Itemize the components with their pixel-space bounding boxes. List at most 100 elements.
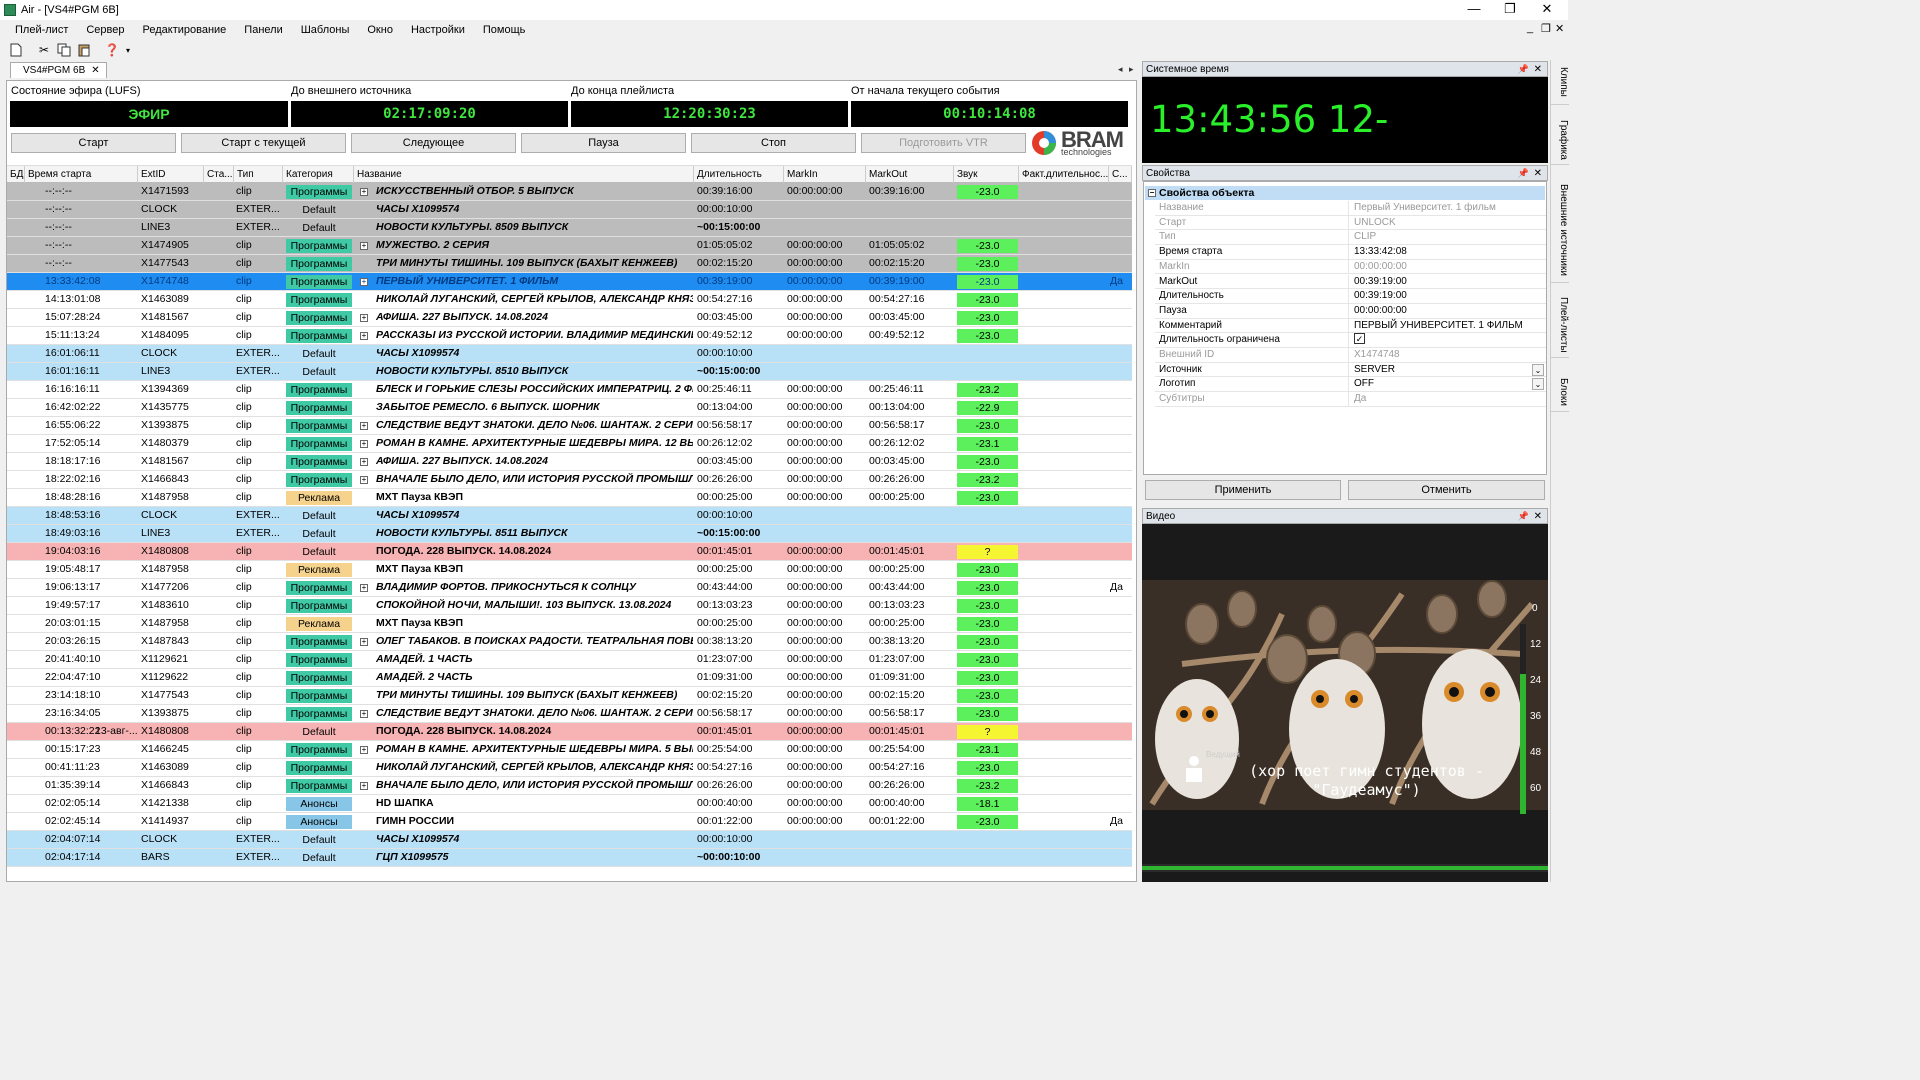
prepare-vtr-button[interactable]: Подготовить VTR	[861, 133, 1026, 153]
chevron-down-icon[interactable]: ⌄	[1532, 378, 1544, 391]
table-row[interactable]: 02:04:07:14 CLOCK EXTER... Default ЧАСЫ X109…	[7, 831, 1132, 849]
table-row[interactable]: 20:03:26:15 X1487843 clip Программы + ОЛЕГ ТА…	[7, 633, 1132, 651]
chevron-down-icon[interactable]: ⌄	[1532, 363, 1544, 376]
col-markin[interactable]: MarkIn	[784, 166, 866, 183]
cut-icon[interactable]: ✂	[36, 42, 52, 58]
menu-help[interactable]: Помощь	[474, 24, 535, 36]
property-value[interactable]: 00:00:00:00	[1350, 304, 1546, 318]
table-row[interactable]: 18:48:53:16 CLOCK EXTER... Default ЧАСЫ X109…	[7, 507, 1132, 525]
expand-icon[interactable]: +	[360, 476, 368, 484]
stop-button[interactable]: Стоп	[691, 133, 856, 153]
table-row[interactable]: 15:07:28:24 X1481567 clip Программы + АФИША. …	[7, 309, 1132, 327]
side-tab-playlists[interactable]: Плей-листы	[1551, 293, 1569, 358]
apply-button[interactable]: Применить	[1145, 480, 1341, 500]
table-row[interactable]: 23:14:18:10 X1477543 clip Программы ТРИ МИНУ…	[7, 687, 1132, 705]
table-row[interactable]: 02:02:05:14 X1421338 clip Анонсы HD ШАПКА 00:…	[7, 795, 1132, 813]
menu-settings[interactable]: Настройки	[402, 24, 474, 36]
property-row[interactable]: Время старта 13:33:42:08	[1155, 245, 1546, 260]
expand-icon[interactable]: +	[360, 242, 368, 250]
table-row[interactable]: --:--:-- X1474905 clip Программы + МУЖЕСТВО. …	[7, 237, 1132, 255]
property-row[interactable]: Субтитры Да	[1155, 392, 1546, 407]
table-row[interactable]: 19:05:48:17 X1487958 clip Реклама MXT Пауза …	[7, 561, 1132, 579]
expand-icon[interactable]: +	[360, 440, 368, 448]
table-row[interactable]: 19:49:57:17 X1483610 clip Программы СПОКОЙНО…	[7, 597, 1132, 615]
table-row[interactable]: 18:48:28:16 X1487958 clip Реклама MXT Пауза …	[7, 489, 1132, 507]
table-row[interactable]: 00:13:32:22 13-авг-... X1480808 clip Default…	[7, 723, 1132, 741]
property-value[interactable]: ПЕРВЫЙ УНИВЕРСИТЕТ. 1 ФИЛЬМ	[1350, 319, 1546, 333]
cancel-button[interactable]: Отменить	[1348, 480, 1545, 500]
mdi-close-button[interactable]: ✕	[1555, 22, 1564, 35]
tab-nav-right-icon[interactable]: ▸	[1129, 64, 1134, 75]
property-value[interactable]: Да	[1350, 392, 1546, 406]
menu-server[interactable]: Сервер	[77, 24, 133, 36]
table-row[interactable]: 23:16:34:05 X1393875 clip Программы + СЛЕДСТВ…	[7, 705, 1132, 723]
table-row[interactable]: 18:22:02:16 X1466843 clip Программы + ВНАЧАЛЕ…	[7, 471, 1132, 489]
col-start-time[interactable]: Время старта	[25, 166, 138, 183]
property-row[interactable]: Длительность 00:39:19:00	[1155, 289, 1546, 304]
side-tab-clips[interactable]: Клипы	[1551, 60, 1569, 105]
close-button[interactable]: ✕	[1527, 0, 1567, 20]
table-row[interactable]: 22:04:47:10 X1129622 clip Программы АМАДЕЙ. …	[7, 669, 1132, 687]
col-markout[interactable]: MarkOut	[866, 166, 954, 183]
minimize-button[interactable]: —	[1454, 0, 1494, 20]
table-row[interactable]: 00:41:11:23 X1463089 clip Программы НИКОЛАЙ …	[7, 759, 1132, 777]
col-name[interactable]: Название	[354, 166, 694, 183]
property-value[interactable]: CLIP	[1350, 230, 1546, 244]
expand-icon[interactable]: +	[360, 638, 368, 646]
help-icon[interactable]: ❓	[104, 42, 120, 58]
property-value[interactable]: OFF	[1350, 377, 1546, 391]
pin-icon[interactable]: 📌	[1518, 62, 1529, 77]
paste-icon[interactable]	[76, 42, 92, 58]
menu-playlist[interactable]: Плей-лист	[6, 24, 77, 36]
table-row[interactable]: 01:35:39:14 X1466843 clip Программы + ВНАЧАЛЕ…	[7, 777, 1132, 795]
property-row[interactable]: Пауза 00:00:00:00	[1155, 303, 1546, 319]
col-c[interactable]: С...	[1109, 166, 1132, 183]
table-row[interactable]: 16:01:06:11 CLOCK EXTER... Default ЧАСЫ X109…	[7, 345, 1132, 363]
side-tab-blocks[interactable]: Блоки	[1551, 372, 1569, 412]
col-actual-duration[interactable]: Факт.длительнос...	[1019, 166, 1109, 183]
property-value[interactable]: 13:33:42:08	[1350, 245, 1546, 259]
col-sound[interactable]: Звук	[954, 166, 1019, 183]
close-icon[interactable]: ✕	[1534, 166, 1542, 181]
maximize-button[interactable]: ❐	[1490, 0, 1530, 20]
table-row[interactable]: 18:49:03:16 LINE3 EXTER... Default НОВОСТИ К…	[7, 525, 1132, 543]
property-row[interactable]: Источник SERVER ⌄	[1155, 362, 1546, 378]
table-row[interactable]: 16:42:02:22 X1435775 clip Программы ЗАБЫТОЕ …	[7, 399, 1132, 417]
col-category[interactable]: Категория	[283, 166, 354, 183]
table-row[interactable]: 14:13:01:08 X1463089 clip Программы НИКОЛАЙ …	[7, 291, 1132, 309]
property-row[interactable]: Старт UNLOCK	[1155, 215, 1546, 231]
expand-icon[interactable]: +	[360, 710, 368, 718]
col-duration[interactable]: Длительность	[694, 166, 784, 183]
property-value[interactable]: UNLOCK	[1350, 216, 1546, 230]
pin-icon[interactable]: 📌	[1518, 166, 1529, 181]
expand-icon[interactable]: +	[360, 332, 368, 340]
menu-panels[interactable]: Панели	[235, 24, 291, 36]
expand-icon[interactable]: +	[360, 782, 368, 790]
pause-button[interactable]: Пауза	[521, 133, 686, 153]
table-row[interactable]: 19:04:03:16 X1480808 clip Default ПОГОДА. 22…	[7, 543, 1132, 561]
side-tab-external-sources[interactable]: Внешние источники	[1551, 178, 1569, 283]
expand-icon[interactable]: +	[360, 422, 368, 430]
property-row[interactable]: Тип CLIP	[1155, 230, 1546, 246]
property-row[interactable]: MarkIn 00:00:00:00	[1155, 259, 1546, 275]
table-row[interactable]: 19:06:13:17 X1477206 clip Программы + ВЛАДИМИ…	[7, 579, 1132, 597]
tab-close-icon[interactable]: ✕	[91, 65, 99, 76]
mdi-minimize-button[interactable]: _	[1527, 22, 1533, 34]
close-icon[interactable]: ✕	[1534, 62, 1542, 77]
close-icon[interactable]: ✕	[1534, 509, 1542, 524]
table-row[interactable]: 17:52:05:14 X1480379 clip Программы + РОМАН В…	[7, 435, 1132, 453]
table-row[interactable]: --:--:-- CLOCK EXTER... Default ЧАСЫ X109957…	[7, 201, 1132, 219]
property-value[interactable]: Первый Университет. 1 фильм	[1350, 201, 1546, 215]
expand-icon[interactable]: +	[360, 746, 368, 754]
property-value[interactable]: ✓	[1350, 333, 1546, 347]
start-button[interactable]: Старт	[11, 133, 176, 153]
table-row[interactable]: 02:02:45:14 X1414937 clip Анонсы ГИМН РОССИИ…	[7, 813, 1132, 831]
next-button[interactable]: Следующее	[351, 133, 516, 153]
table-row[interactable]: 16:55:06:22 X1393875 clip Программы + СЛЕДСТВ…	[7, 417, 1132, 435]
table-row[interactable]: 16:16:16:11 X1394369 clip Программы БЛЕСК И …	[7, 381, 1132, 399]
table-row[interactable]: --:--:-- X1477543 clip Программы ТРИ МИНУТЫ …	[7, 255, 1132, 273]
tab-playlist[interactable]: VS4#PGM 6B ✕	[10, 62, 107, 78]
toolbar-overflow-icon[interactable]: ▾	[124, 42, 132, 58]
property-row[interactable]: Внешний ID X1474748	[1155, 348, 1546, 363]
table-row[interactable]: 00:15:17:23 X1466245 clip Программы + РОМАН В…	[7, 741, 1132, 759]
